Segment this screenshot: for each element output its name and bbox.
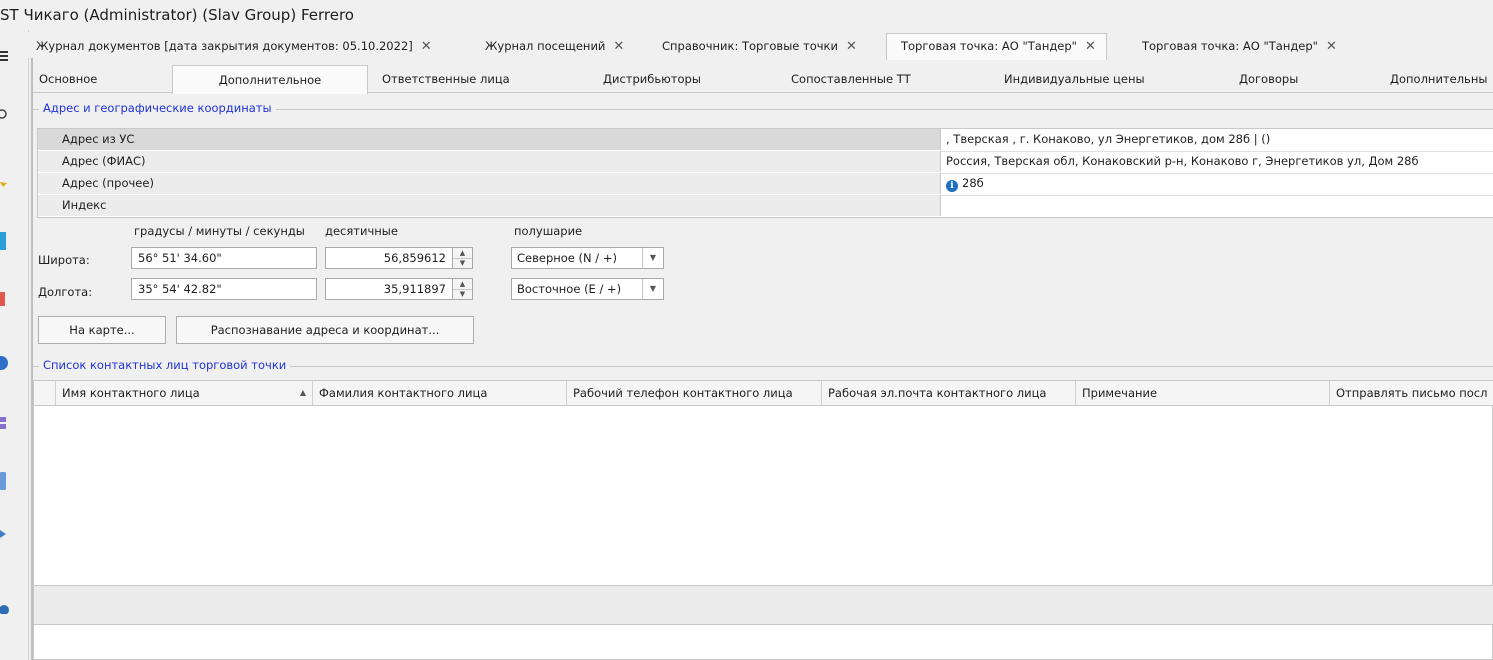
user-icon[interactable] (0, 602, 9, 615)
doc-tab-outlet-second[interactable]: Торговая точка: АО "Тандер" ✕ (1142, 34, 1337, 58)
title-bar: ST Чикаго (Administrator) (Slav Group) F… (0, 0, 1493, 30)
globe-icon[interactable] (0, 352, 9, 374)
close-icon[interactable]: ✕ (613, 39, 624, 54)
tab-additional[interactable]: Дополнительное (172, 65, 368, 94)
close-icon[interactable]: ✕ (1085, 39, 1096, 54)
doc-tab-journal[interactable]: Журнал документов [дата закрытия докумен… (36, 34, 432, 58)
doc-tab-label: Журнал документов [дата закрытия докумен… (36, 39, 413, 53)
longitude-dms-input[interactable]: 35° 54' 42.82" (131, 278, 317, 300)
close-icon[interactable]: ✕ (421, 39, 432, 54)
column-send-letter[interactable]: Отправлять письмо посл (1330, 381, 1493, 405)
address-row[interactable]: Индекс (38, 195, 1493, 217)
tab-matched-outlets[interactable]: Сопоставленные ТТ (791, 65, 911, 92)
grid-header: Имя контактного лица ▲ Фамилия контактно… (34, 381, 1493, 406)
menu-icon[interactable] (0, 50, 9, 62)
column-note[interactable]: Примечание (1076, 381, 1330, 405)
arrow-icon[interactable] (0, 526, 9, 542)
contacts-group-caption: Список контактных лиц торговой точки (39, 358, 291, 372)
row-value: , Тверская , г. Конаково, ул Энергетиков… (946, 132, 1271, 146)
doc-tab-outlet-active[interactable]: Торговая точка: АО "Тандер" ✕ (886, 33, 1107, 60)
chevron-down-icon[interactable]: ▼ (642, 247, 664, 269)
row-label: Адрес (прочее) (62, 176, 154, 190)
hemisphere-header: полушарие (514, 224, 583, 238)
tab-distributors[interactable]: Дистрибьюторы (603, 65, 701, 92)
tab-main[interactable]: Основное (39, 65, 97, 92)
chevron-down-icon[interactable]: ▼ (642, 278, 664, 300)
row-label: Индекс (62, 198, 107, 212)
show-on-map-button[interactable]: На карте... (38, 316, 166, 344)
doc-tab-outlets[interactable]: Справочник: Торговые точки ✕ (662, 34, 857, 58)
latitude-dms-input[interactable]: 56° 51' 34.60" (131, 247, 317, 269)
folder-icon[interactable] (0, 470, 9, 492)
decimal-header: десятичные (325, 224, 398, 238)
row-label: Адрес из УС (62, 132, 135, 146)
column-first-name[interactable]: Имя контактного лица ▲ (56, 381, 313, 405)
grid-footer (34, 585, 1493, 625)
contacts-grid[interactable]: Имя контактного лица ▲ Фамилия контактно… (33, 380, 1493, 660)
column-phone[interactable]: Рабочий телефон контактного лица (567, 381, 822, 405)
document-icon[interactable] (0, 230, 9, 252)
doc-tab-visits[interactable]: Журнал посещений ✕ (485, 34, 624, 58)
spin-down-icon[interactable]: ▼ (453, 289, 472, 299)
latitude-label: Широта: (38, 253, 90, 267)
list-icon[interactable] (0, 413, 9, 435)
latitude-spinner[interactable]: ▲ ▼ (453, 247, 473, 269)
tab-more[interactable]: Дополнительны (1390, 65, 1487, 92)
document-tabs: Журнал документов [дата закрытия докумен… (28, 32, 1493, 60)
address-group-caption: Адрес и географические координаты (39, 101, 276, 115)
doc-tab-label: Справочник: Торговые точки (662, 39, 838, 53)
recognize-address-button[interactable]: Распознавание адреса и координат... (176, 316, 474, 344)
column-label: Имя контактного лица (62, 386, 200, 400)
latitude-decimal-input[interactable]: 56,859612 (325, 247, 453, 269)
column-email[interactable]: Рабочая эл.почта контактного лица (822, 381, 1076, 405)
longitude-label: Долгота: (38, 285, 93, 299)
tab-contracts[interactable]: Договоры (1239, 65, 1298, 92)
longitude-decimal-input[interactable]: 35,911897 (325, 278, 453, 300)
longitude-spinner[interactable]: ▲ ▼ (453, 278, 473, 300)
column-last-name[interactable]: Фамилия контактного лица (313, 381, 567, 405)
close-icon[interactable]: ✕ (1326, 39, 1337, 54)
doc-tab-label: Журнал посещений (485, 39, 606, 53)
tab-individual-prices[interactable]: Индивидуальные цены (1004, 65, 1145, 92)
doc-tab-label: Торговая точка: АО "Тандер" (901, 39, 1077, 53)
doc-tab-label: Торговая точка: АО "Тандер" (1142, 39, 1318, 53)
star-icon[interactable] (0, 178, 9, 188)
section-tabs: Основное Дополнительное Ответственные ли… (33, 65, 1493, 94)
dms-header: градусы / минуты / секунды (134, 224, 305, 238)
close-icon[interactable]: ✕ (846, 39, 857, 54)
address-grid: Адрес из УС , Тверская , г. Конаково, ул… (37, 128, 1493, 218)
address-row[interactable]: Адрес из УС , Тверская , г. Конаково, ул… (38, 129, 1493, 152)
row-label: Адрес (ФИАС) (62, 154, 146, 168)
spin-down-icon[interactable]: ▼ (453, 258, 472, 268)
chart-icon[interactable] (0, 288, 9, 310)
left-toolbar (0, 30, 29, 660)
window-title: ST Чикаго (Administrator) (Slav Group) F… (0, 6, 354, 24)
search-icon[interactable] (0, 108, 9, 120)
address-row[interactable]: Адрес (прочее) i 28б (38, 173, 1493, 196)
row-indicator-column (34, 381, 56, 405)
latitude-hemisphere-select[interactable]: Северное (N / +) (511, 247, 643, 269)
tab-responsible-persons[interactable]: Ответственные лица (382, 65, 510, 92)
sort-asc-icon: ▲ (299, 388, 306, 397)
longitude-hemisphere-select[interactable]: Восточное (E / +) (511, 278, 643, 300)
row-value: 28б (962, 176, 984, 190)
info-icon[interactable]: i (946, 180, 958, 192)
address-row[interactable]: Адрес (ФИАС) Россия, Тверская обл, Конак… (38, 151, 1493, 174)
row-value: Россия, Тверская обл, Конаковский р-н, К… (946, 154, 1419, 168)
